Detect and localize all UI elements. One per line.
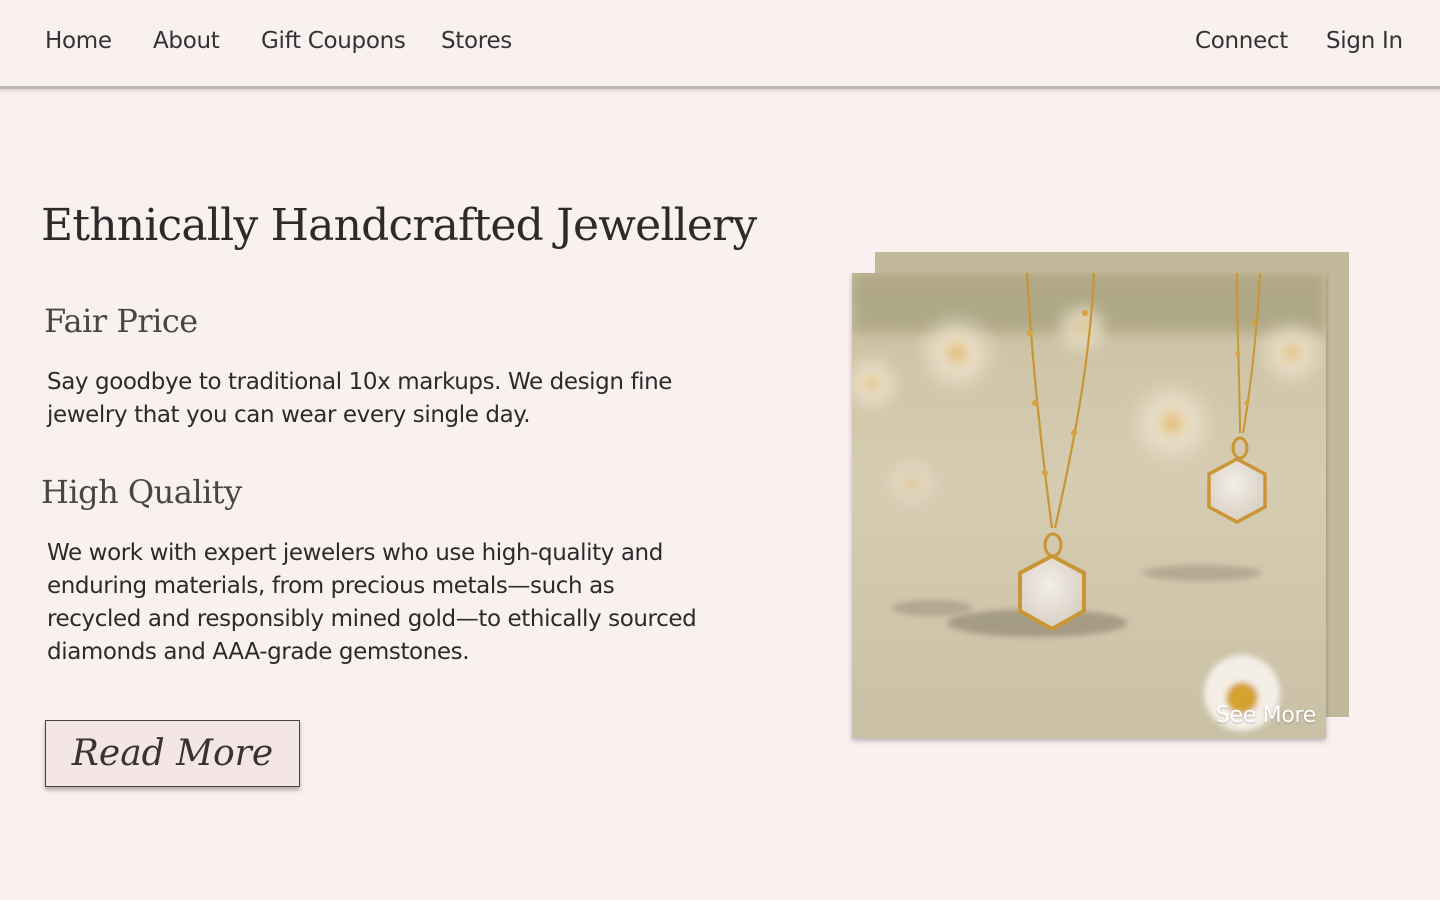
nav-home-link[interactable]: Home xyxy=(45,28,112,54)
top-navbar: Home About Gift Coupons Stores Connect S… xyxy=(0,0,1440,89)
necklace-photo xyxy=(852,273,1326,738)
product-image[interactable]: See More xyxy=(852,273,1326,738)
nav-stores-link[interactable]: Stores xyxy=(441,28,512,54)
page-title: Ethnically Handcrafted Jewellery xyxy=(41,200,757,251)
nav-about-link[interactable]: About xyxy=(153,28,220,54)
read-more-button[interactable]: Read More xyxy=(45,720,300,787)
feature-heading-high-quality: High Quality xyxy=(41,473,242,511)
feature-heading-fair-price: Fair Price xyxy=(44,302,198,340)
feature-text-high-quality: We work with expert jewelers who use hig… xyxy=(47,540,697,665)
feature-text-fair-price: Say goodbye to traditional 10x markups. … xyxy=(47,369,673,428)
see-more-link[interactable]: See More xyxy=(1216,703,1316,728)
nav-sign-in-link[interactable]: Sign In xyxy=(1326,28,1403,54)
nav-gift-coupons-link[interactable]: Gift Coupons xyxy=(261,28,406,54)
nav-connect-link[interactable]: Connect xyxy=(1195,28,1288,54)
